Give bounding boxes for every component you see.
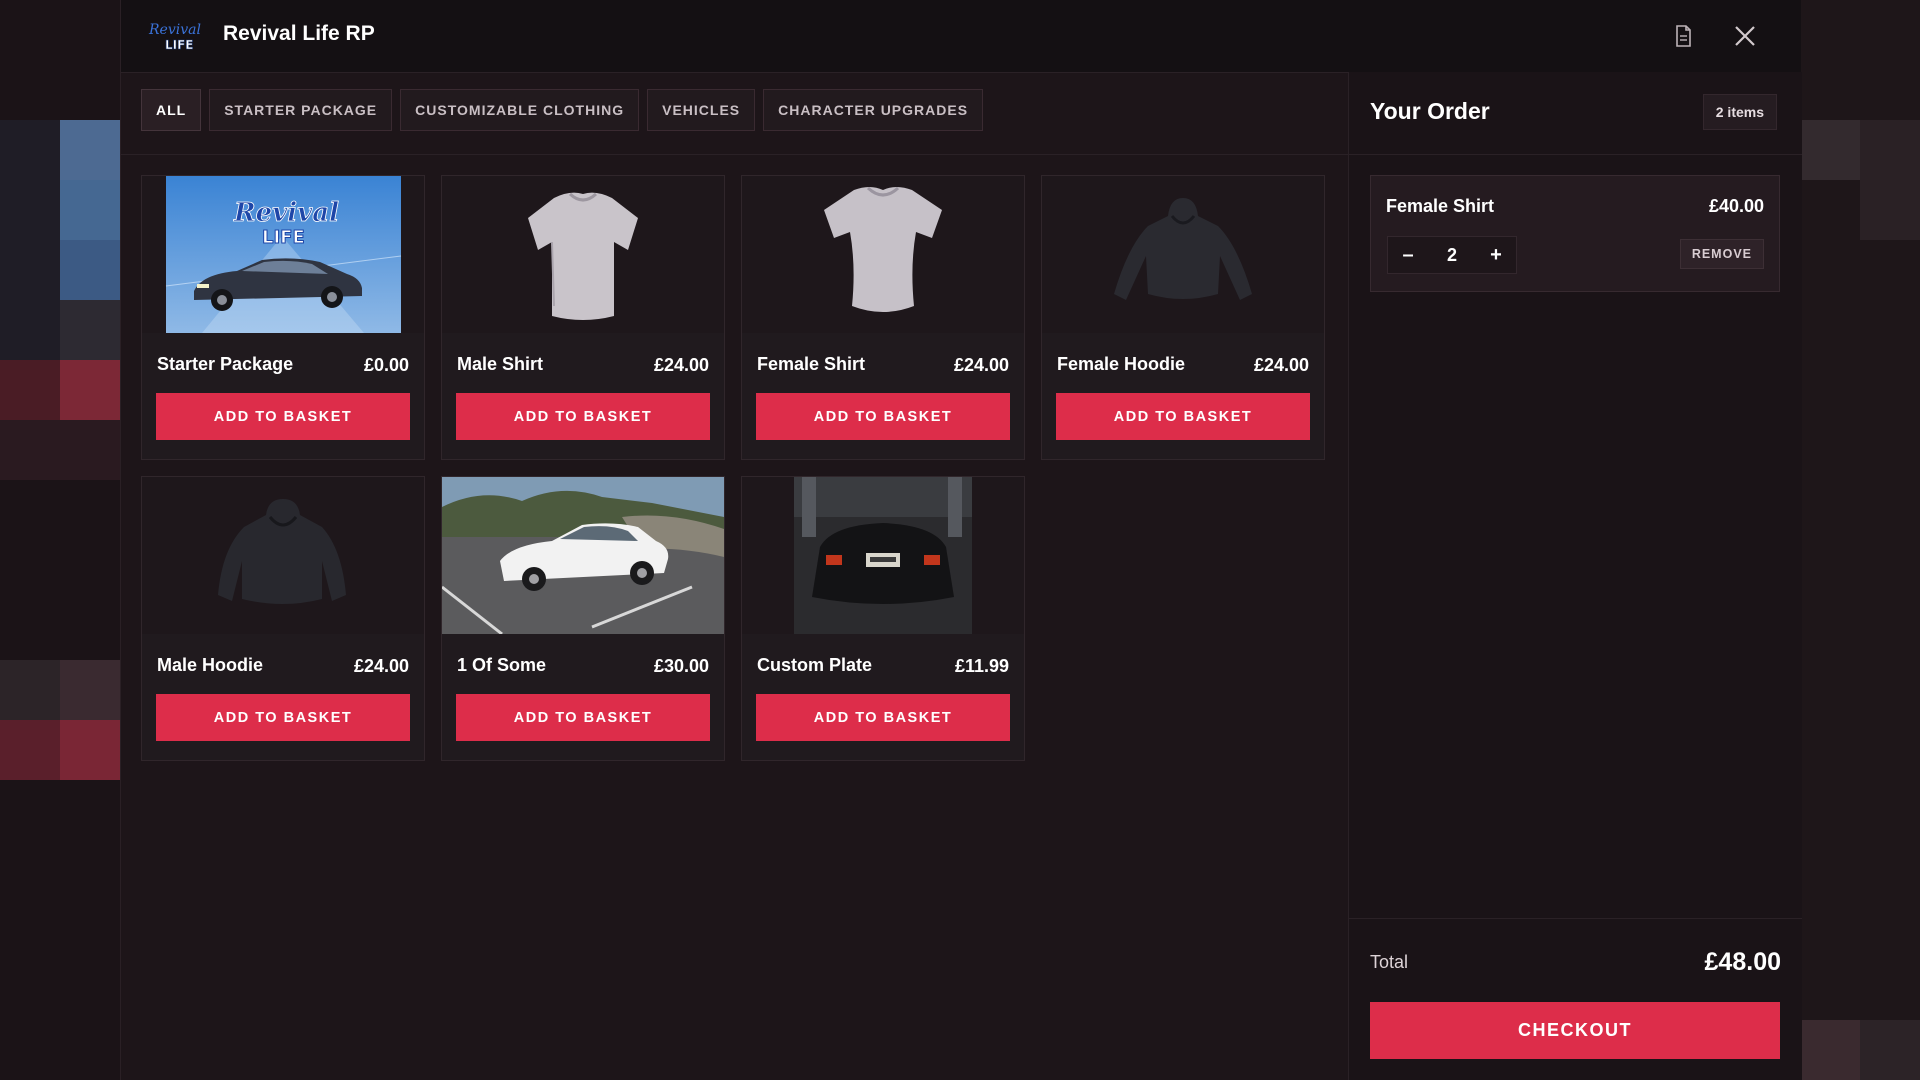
product-card[interactable]: Male Shirt £24.00 ADD TO BASKET <box>441 175 725 460</box>
decrease-quantity-button[interactable]: – <box>1388 237 1428 273</box>
hoodie-image <box>1042 176 1324 333</box>
title-bar: Revival LIFE Revival Life RP <box>121 0 1801 73</box>
order-item-price: £40.00 <box>1708 196 1764 216</box>
app-title: Revival Life RP <box>223 22 375 45</box>
add-to-basket-button[interactable]: ADD TO BASKET <box>456 393 710 440</box>
product-name: Female Hoodie <box>1057 354 1186 374</box>
checkout-button[interactable]: CHECKOUT <box>1370 1002 1780 1059</box>
product-catalog: ALL STARTER PACKAGE CUSTOMIZABLE CLOTHIN… <box>121 72 1348 1080</box>
hoodie-image <box>142 477 424 634</box>
quantity-value: 2 <box>1446 244 1457 265</box>
background-tile <box>1860 1020 1920 1080</box>
svg-text:LIFE: LIFE <box>262 227 305 248</box>
background-tile <box>1800 120 1860 180</box>
product-price: £24.00 <box>1253 355 1309 375</box>
background-tile <box>60 240 120 300</box>
total-value: £48.00 <box>1704 948 1781 976</box>
product-grid: Revival LIFE Starter Package £0.00 ADD T… <box>141 175 1325 761</box>
order-count-badge: 2 items <box>1702 94 1777 130</box>
background-tile <box>60 120 120 180</box>
add-to-basket-button[interactable]: ADD TO BASKET <box>156 694 410 741</box>
product-card[interactable]: 1 Of Some £30.00 ADD TO BASKET <box>441 476 725 761</box>
product-name: Female Shirt <box>757 354 866 374</box>
background-tile <box>60 720 120 780</box>
increase-quantity-button[interactable]: + <box>1476 237 1516 273</box>
product-price: £0.00 <box>363 355 409 375</box>
order-item: Female Shirt £40.00 – 2 + REMOVE <box>1370 175 1780 292</box>
product-name: Custom Plate <box>757 655 873 675</box>
shirt-image <box>442 176 724 333</box>
product-price: £24.00 <box>653 355 709 375</box>
product-card[interactable]: Female Hoodie £24.00 ADD TO BASKET <box>1041 175 1325 460</box>
total-label: Total <box>1370 952 1409 972</box>
order-panel: Your Order 2 items Female Shirt £40.00 –… <box>1348 72 1802 1080</box>
store-window: Revival LIFE Revival Life RP ALL STARTER… <box>120 0 1802 1080</box>
background-tile <box>60 300 120 360</box>
add-to-basket-button[interactable]: ADD TO BASKET <box>1056 393 1310 440</box>
revival-life-logo: Revival LIFE <box>147 18 201 54</box>
category-tabs: ALL STARTER PACKAGE CUSTOMIZABLE CLOTHIN… <box>141 89 984 131</box>
remove-button[interactable]: REMOVE <box>1679 239 1764 269</box>
white-car-image <box>442 477 724 634</box>
product-name: 1 Of Some <box>457 655 547 675</box>
add-to-basket-button[interactable]: ADD TO BASKET <box>756 393 1010 440</box>
document-icon[interactable] <box>1669 22 1697 50</box>
divider <box>1349 918 1802 919</box>
divider <box>1349 154 1802 155</box>
product-price: £11.99 <box>954 656 1009 676</box>
tab-customizable-clothing[interactable]: CUSTOMIZABLE CLOTHING <box>400 89 640 131</box>
add-to-basket-button[interactable]: ADD TO BASKET <box>156 393 410 440</box>
divider <box>121 154 1348 155</box>
background-tile <box>0 720 60 780</box>
quantity-stepper: – 2 + <box>1387 236 1517 274</box>
background-tile <box>0 360 60 420</box>
product-card[interactable]: Male Hoodie £24.00 ADD TO BASKET <box>141 476 425 761</box>
tab-all[interactable]: ALL <box>141 89 202 131</box>
car-rear-plate-image <box>742 477 1024 634</box>
background-tile <box>0 660 60 720</box>
product-name: Male Hoodie <box>157 655 264 675</box>
svg-text:Revival: Revival <box>233 198 339 228</box>
background-tile <box>0 420 120 480</box>
order-item-name: Female Shirt <box>1386 196 1495 216</box>
background-tile <box>60 360 120 420</box>
product-price: £24.00 <box>953 355 1009 375</box>
background-tile <box>60 660 120 720</box>
add-to-basket-button[interactable]: ADD TO BASKET <box>756 694 1010 741</box>
product-card[interactable]: Female Shirt £24.00 ADD TO BASKET <box>741 175 1025 460</box>
shirt-image <box>742 176 1024 333</box>
tab-character-upgrades[interactable]: CHARACTER UPGRADES <box>763 89 984 131</box>
background-tile <box>60 180 120 240</box>
product-name: Male Shirt <box>457 354 544 374</box>
product-card[interactable]: Custom Plate £11.99 ADD TO BASKET <box>741 476 1025 761</box>
tab-starter-package[interactable]: STARTER PACKAGE <box>209 89 393 131</box>
background-tile <box>0 120 60 360</box>
tab-vehicles[interactable]: VEHICLES <box>647 89 756 131</box>
svg-text:LIFE: LIFE <box>165 38 194 52</box>
svg-text:Revival: Revival <box>148 22 201 38</box>
starter-package-image: Revival LIFE <box>142 176 424 333</box>
product-price: £24.00 <box>353 656 409 676</box>
close-icon[interactable] <box>1731 22 1759 50</box>
product-price: £30.00 <box>653 656 709 676</box>
product-card[interactable]: Revival LIFE Starter Package £0.00 ADD T… <box>141 175 425 460</box>
background-tile <box>1800 1020 1860 1080</box>
background-tile <box>1860 120 1920 240</box>
add-to-basket-button[interactable]: ADD TO BASKET <box>456 694 710 741</box>
product-name: Starter Package <box>157 354 294 374</box>
order-title: Your Order <box>1370 98 1490 124</box>
